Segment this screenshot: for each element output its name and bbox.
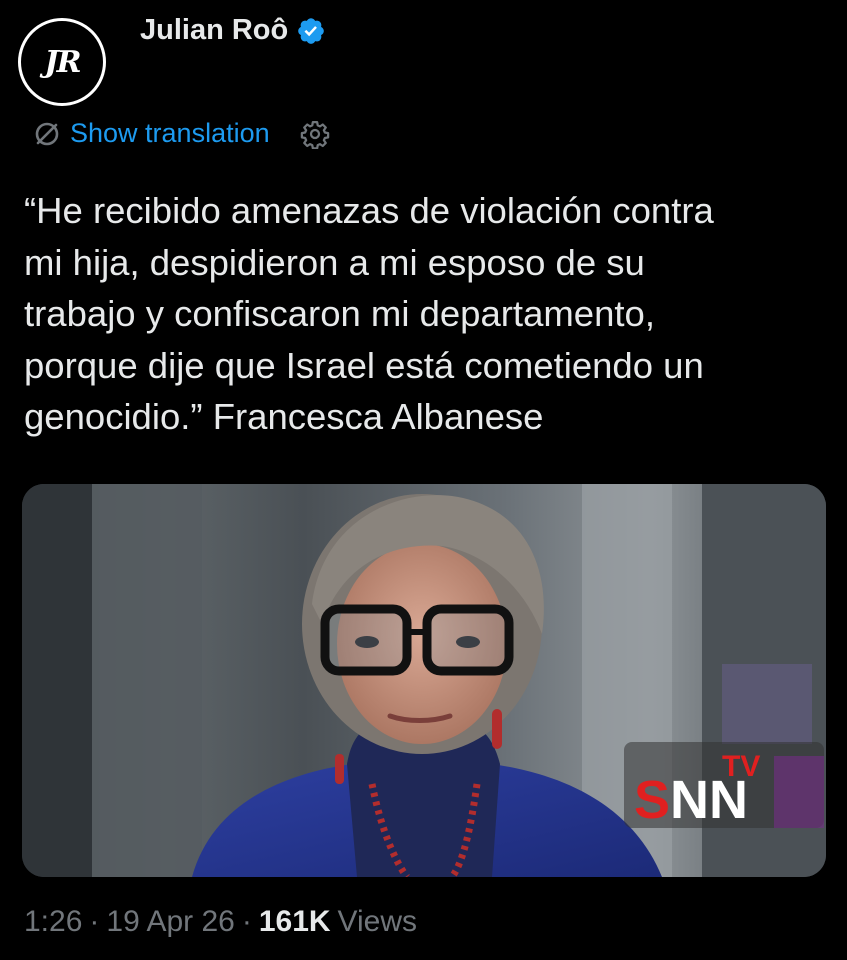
- translation-row: Show translation: [32, 118, 330, 149]
- views-count: 161K: [258, 905, 331, 938]
- meta-separator: ·: [89, 905, 100, 938]
- views-label: Views: [337, 905, 418, 938]
- gear-icon[interactable]: [300, 119, 330, 149]
- author-header: Julian Roô: [140, 14, 326, 47]
- tweet-date[interactable]: 19 Apr 26: [106, 905, 234, 939]
- author-name[interactable]: Julian Roô: [140, 14, 288, 47]
- tweet-page: JR Julian Roô Show translation “He recib…: [0, 0, 847, 960]
- tweet-text: “He recibido amenazas de violación contr…: [24, 190, 714, 437]
- translate-icon: [35, 122, 59, 145]
- tweet-meta: 1:26 · 19 Apr 26 · 161K Views: [24, 905, 417, 939]
- snn-nn-text: NN: [670, 770, 748, 828]
- show-translation-button[interactable]: Show translation: [32, 118, 270, 149]
- snn-s-text: S: [634, 770, 670, 828]
- tweet-time[interactable]: 1:26: [24, 905, 82, 939]
- avatar-logo-text: JR: [44, 44, 81, 80]
- meta-separator: ·: [241, 905, 252, 938]
- verified-badge-icon: [298, 17, 325, 44]
- show-translation-label: Show translation: [70, 118, 270, 148]
- snn-tv-watermark-logo: TV S NN: [624, 742, 824, 830]
- avatar[interactable]: JR: [18, 18, 106, 106]
